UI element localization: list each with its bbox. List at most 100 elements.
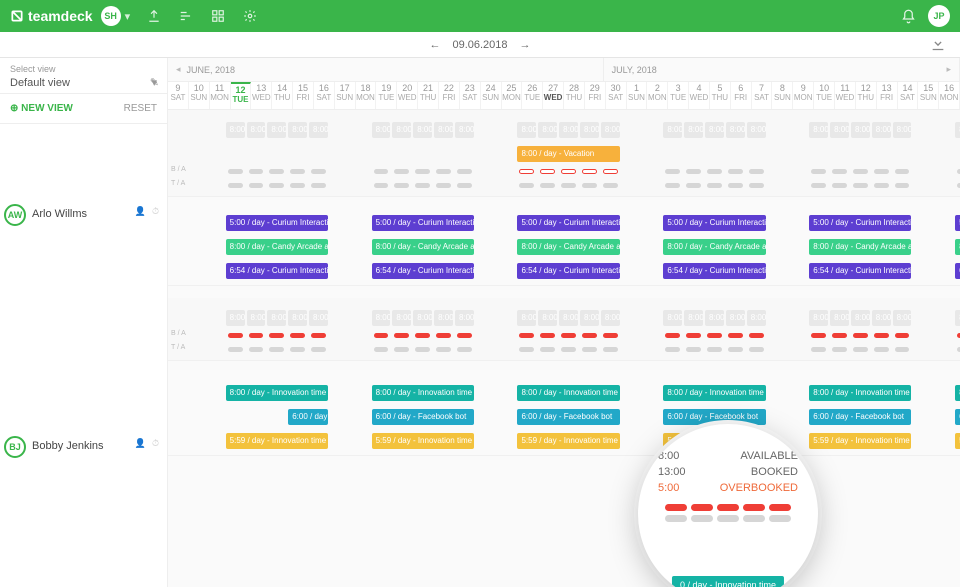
booking-block[interactable]: 5:00 / day - Curium Interactive bbox=[372, 215, 474, 231]
timeline-icon[interactable] bbox=[178, 8, 194, 24]
booking-block[interactable]: 8:00 / day bbox=[247, 122, 266, 138]
booking-block[interactable]: 8:00 / day bbox=[851, 122, 870, 138]
day-column[interactable]: 11WED bbox=[835, 82, 856, 109]
booking-block[interactable]: 8:00 / day bbox=[872, 310, 891, 326]
booking-block[interactable]: 8:00 / day bbox=[955, 310, 960, 326]
booking-block[interactable]: 8:00 / day bbox=[455, 122, 474, 138]
day-column[interactable]: 12TUE bbox=[231, 82, 252, 109]
booking-block[interactable]: 6:00 / day - Facebook bot bbox=[955, 409, 960, 425]
day-column[interactable]: 7SAT bbox=[752, 82, 773, 109]
booking-block[interactable]: 8:00 / day bbox=[372, 310, 391, 326]
booking-block[interactable]: 8:00 / day bbox=[538, 122, 557, 138]
booking-block[interactable]: 6:00 / day - Facebook bot bbox=[517, 409, 619, 425]
booking-block[interactable]: 8:00 / day bbox=[413, 122, 432, 138]
booking-block[interactable]: 8:00 / day - Innovation time off bbox=[226, 385, 328, 401]
day-column[interactable]: 1SUN bbox=[627, 82, 648, 109]
day-column[interactable]: 27WED bbox=[543, 82, 564, 109]
current-date[interactable]: 09.06.2018 bbox=[452, 39, 507, 51]
brand-logo[interactable]: teamdeck bbox=[10, 8, 93, 24]
booking-block[interactable]: 6:54 / day - Curium Interactive bbox=[226, 263, 328, 279]
booking-block[interactable]: 8:00 / day - Candy Arcade app bbox=[372, 239, 474, 255]
day-column[interactable]: 3TUE bbox=[668, 82, 689, 109]
day-column[interactable]: 16SAT bbox=[314, 82, 335, 109]
day-column[interactable]: 14THU bbox=[272, 82, 293, 109]
booking-block[interactable]: 8:00 / day bbox=[705, 310, 724, 326]
booking-block[interactable]: 8:00 / day bbox=[517, 310, 536, 326]
day-column[interactable]: 19TUE bbox=[376, 82, 397, 109]
booking-block[interactable]: 8:00 / day bbox=[267, 310, 286, 326]
day-column[interactable]: 6FRI bbox=[731, 82, 752, 109]
schedule-canvas[interactable]: 8:00 / day8:00 / day8:00 / day8:00 / day… bbox=[168, 110, 960, 462]
booking-block[interactable]: 8:00 / day bbox=[580, 122, 599, 138]
day-column[interactable]: 14SAT bbox=[898, 82, 919, 109]
booking-block[interactable]: 8:00 / day bbox=[580, 310, 599, 326]
export-icon[interactable] bbox=[146, 8, 162, 24]
booking-block[interactable]: 8:00 / day - Candy Arcade app bbox=[517, 239, 619, 255]
booking-block[interactable]: 8:00 / day - Candy Arcade app bbox=[955, 239, 960, 255]
new-view-button[interactable]: ⊕ NEW VIEW bbox=[10, 103, 73, 114]
booking-block[interactable]: 8:00 / day - Candy Arcade app bbox=[663, 239, 765, 255]
booking-block[interactable]: 5:59 / day - Innovation time off bbox=[809, 433, 911, 449]
day-column[interactable]: 10SUN bbox=[189, 82, 210, 109]
booking-block[interactable]: 8:00 / day bbox=[684, 310, 703, 326]
day-column[interactable]: 18MON bbox=[356, 82, 377, 109]
booking-block[interactable]: 6:54 / day - Curium Interactive bbox=[955, 263, 960, 279]
booking-block[interactable]: 5:00 / day - Curium Interactive bbox=[809, 215, 911, 231]
booking-block[interactable]: 5:59 / day - Innovation time off bbox=[226, 433, 328, 449]
booking-block[interactable]: 8:00 / day bbox=[663, 310, 682, 326]
day-column[interactable]: 20WED bbox=[397, 82, 418, 109]
day-column[interactable]: 26TUE bbox=[522, 82, 543, 109]
booking-block[interactable]: 8:00 / day - Candy Arcade app bbox=[226, 239, 328, 255]
booking-block[interactable]: 6:54 / day - Curium Interactive bbox=[663, 263, 765, 279]
booking-block[interactable]: 8:00 / day bbox=[288, 122, 307, 138]
day-column[interactable]: 15FRI bbox=[293, 82, 314, 109]
edit-view-icon[interactable]: ✎ bbox=[150, 76, 159, 89]
day-column[interactable]: 23SAT bbox=[460, 82, 481, 109]
date-next-icon[interactable]: → bbox=[520, 39, 531, 51]
booking-block[interactable]: 8:00 / day bbox=[226, 310, 245, 326]
day-column[interactable]: 9SAT bbox=[168, 82, 189, 109]
booking-block[interactable]: 8:00 / day bbox=[955, 122, 960, 138]
booking-block[interactable]: 8:00 / day bbox=[830, 310, 849, 326]
resource-row[interactable]: BJ Bobby Jenkins 👤⏱ bbox=[0, 432, 167, 540]
booking-block[interactable]: 8:00 / day bbox=[267, 122, 286, 138]
booking-block[interactable]: 8:00 / day - Innovation time off bbox=[517, 385, 619, 401]
booking-block[interactable]: 8:00 / day bbox=[809, 310, 828, 326]
booking-block[interactable]: 8:00 / day - Innovation time off bbox=[955, 385, 960, 401]
booking-block[interactable]: 8:00 / day bbox=[830, 122, 849, 138]
download-icon[interactable] bbox=[930, 35, 946, 54]
booking-block[interactable]: 8:00 / day bbox=[893, 122, 912, 138]
day-column[interactable]: 5THU bbox=[710, 82, 731, 109]
day-column[interactable]: 15SUN bbox=[918, 82, 939, 109]
day-column[interactable]: 29FRI bbox=[585, 82, 606, 109]
chevron-left-icon[interactable]: ◂ bbox=[176, 64, 181, 75]
booking-block[interactable]: 8:00 / day bbox=[413, 310, 432, 326]
booking-block[interactable]: 6:54 / day - Curium Interactive bbox=[809, 263, 911, 279]
chevron-right-icon[interactable]: ▸ bbox=[946, 64, 951, 75]
day-column[interactable]: 4WED bbox=[689, 82, 710, 109]
day-column[interactable]: 28THU bbox=[564, 82, 585, 109]
booking-block[interactable]: 8:00 / day bbox=[392, 310, 411, 326]
month-left[interactable]: ◂JUNE, 2018 bbox=[168, 58, 604, 81]
booking-block[interactable]: 6:00 / day - Facebook bot bbox=[372, 409, 474, 425]
month-right[interactable]: JULY, 2018▸ bbox=[604, 58, 960, 81]
day-column[interactable]: 2MON bbox=[647, 82, 668, 109]
workspace-avatar[interactable]: SH bbox=[101, 6, 121, 26]
booking-block[interactable]: 8:00 / day bbox=[726, 122, 745, 138]
view-selector[interactable]: Select view Default view ▾ ✎ bbox=[0, 58, 167, 94]
booking-block[interactable]: 5:59 / day - Innovation time off bbox=[372, 433, 474, 449]
booking-block[interactable]: 6:00 / day - Facebook bot bbox=[663, 409, 765, 425]
booking-block[interactable]: 8:00 / day bbox=[559, 122, 578, 138]
booking-block[interactable]: 8:00 / day bbox=[247, 310, 266, 326]
day-column[interactable]: 11MON bbox=[210, 82, 231, 109]
booking-block[interactable]: 8:00 / day bbox=[288, 310, 307, 326]
booking-block[interactable]: 8:00 / day - Innovation time off bbox=[809, 385, 911, 401]
booking-block[interactable]: 8:00 / day bbox=[684, 122, 703, 138]
booking-block[interactable]: 5:00 / day - Curium Interactive bbox=[517, 215, 619, 231]
gear-icon[interactable] bbox=[242, 8, 258, 24]
booking-block[interactable]: 6:54 / day - Curium Interactive bbox=[372, 263, 474, 279]
booking-block[interactable]: 8:00 / day bbox=[455, 310, 474, 326]
booking-block[interactable]: 6:00 / day bbox=[288, 409, 328, 425]
day-column[interactable]: 17SUN bbox=[335, 82, 356, 109]
booking-block[interactable]: 8:00 / day bbox=[517, 122, 536, 138]
